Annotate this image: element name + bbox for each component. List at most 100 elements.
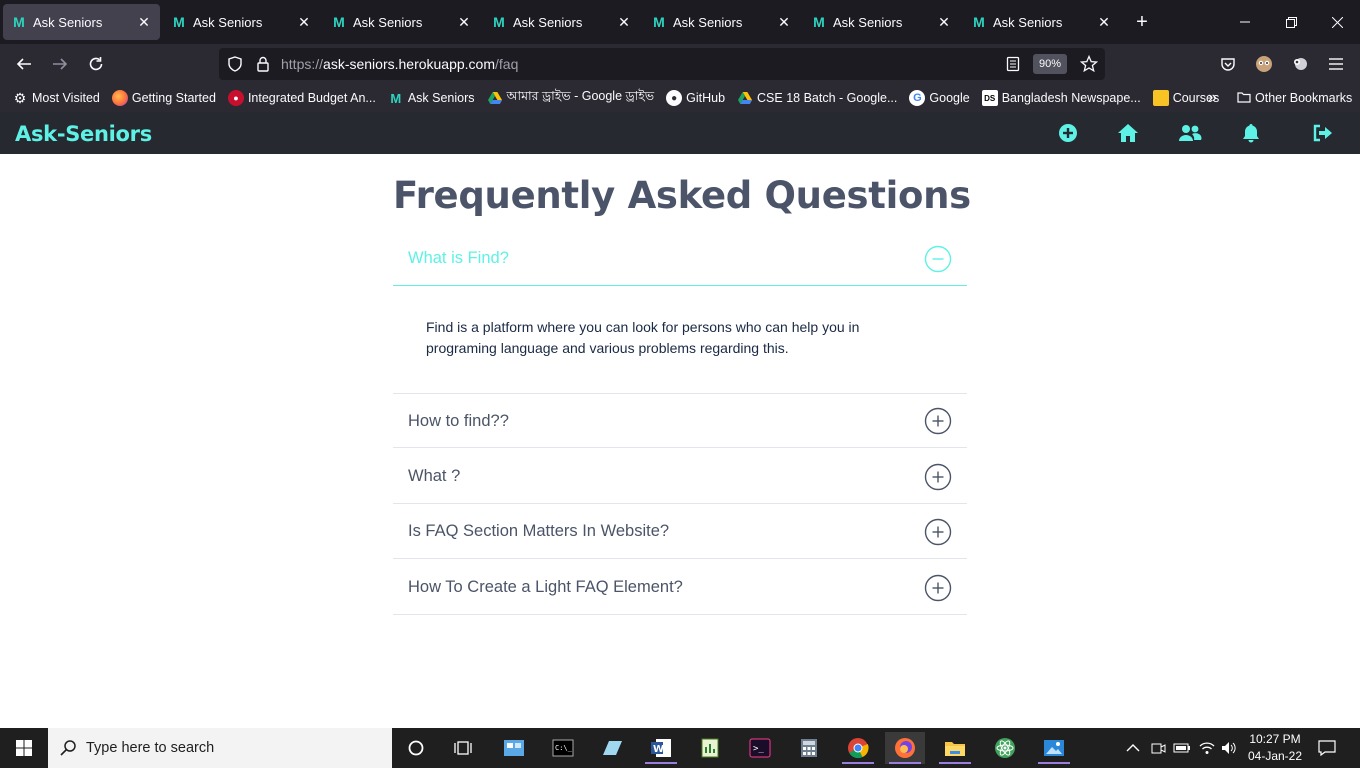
forward-button[interactable] [42, 48, 78, 80]
sign-out-icon[interactable] [1311, 121, 1335, 145]
close-tab-icon[interactable]: ✕ [616, 14, 632, 30]
browser-tab[interactable]: M Ask Seniors ✕ [323, 4, 480, 40]
bookmark-ask-seniors[interactable]: M Ask Seniors [388, 90, 474, 106]
browser-tab[interactable]: M Ask Seniors ✕ [163, 4, 320, 40]
ask-seniors-favicon-icon: M [173, 14, 185, 30]
faq-item-what-is-find[interactable]: What is Find? [393, 232, 967, 286]
system-clock[interactable]: 10:27 PM 04-Jan-22 [1240, 731, 1310, 765]
spreadsheet-icon[interactable] [690, 732, 730, 764]
pocket-icon[interactable] [1216, 48, 1240, 80]
browser-tab[interactable]: M Ask Seniors ✕ [483, 4, 640, 40]
minus-circle-icon[interactable] [924, 245, 952, 273]
close-tab-icon[interactable]: ✕ [296, 14, 312, 30]
zoom-level-badge[interactable]: 90% [1033, 54, 1068, 74]
chevron-up-icon [1126, 744, 1140, 752]
shield-icon[interactable] [225, 54, 245, 74]
atom-icon[interactable] [985, 732, 1025, 764]
close-tab-icon[interactable]: ✕ [776, 14, 792, 30]
address-bar[interactable]: https://ask-seniors.herokuapp.com/faq 90… [219, 48, 1105, 80]
word-icon[interactable]: W [641, 732, 681, 764]
close-tab-icon[interactable]: ✕ [456, 14, 472, 30]
search-icon [60, 740, 76, 756]
file-explorer-icon[interactable] [935, 732, 975, 764]
bookmark-most-visited[interactable]: ⚙ Most Visited [12, 90, 100, 106]
volume-icon[interactable] [1221, 728, 1237, 768]
plus-circle-icon[interactable] [924, 574, 952, 602]
home-icon[interactable] [1116, 121, 1140, 145]
browser-tab[interactable]: M Ask Seniors ✕ [803, 4, 960, 40]
cortana-icon[interactable] [396, 732, 436, 764]
battery-icon[interactable] [1173, 728, 1191, 768]
new-tab-button[interactable]: + [1126, 6, 1158, 38]
minimize-button[interactable] [1222, 0, 1268, 44]
url-prefix: https:// [281, 56, 324, 72]
bookmark-bangladesh-newspaper[interactable]: DS Bangladesh Newspape... [981, 90, 1141, 106]
browser-tab[interactable]: M Ask Seniors ✕ [963, 4, 1120, 40]
bookmark-integrated-budget[interactable]: ● Integrated Budget An... [227, 90, 376, 106]
bell-icon[interactable] [1239, 121, 1263, 145]
lock-icon[interactable] [253, 54, 273, 74]
task-view-icon[interactable] [443, 732, 483, 764]
start-button[interactable] [0, 728, 48, 768]
reader-view-icon[interactable] [1003, 54, 1023, 74]
close-tab-icon[interactable]: ✕ [1096, 14, 1112, 30]
taskbar-search-box[interactable]: Type here to search [48, 728, 392, 768]
faq-question[interactable]: What ? [408, 467, 460, 486]
faq-item-how-to-create-light-faq[interactable]: How To Create a Light FAQ Element? [393, 559, 967, 615]
close-tab-icon[interactable]: ✕ [136, 14, 152, 30]
browser-tab[interactable]: M Ask Seniors ✕ [643, 4, 800, 40]
terminal-icon[interactable]: C:\_ [543, 732, 583, 764]
bookmark-google-drive[interactable]: আমার ড্রাইভ - Google ড্রাইভ [487, 88, 654, 108]
bookmark-github[interactable]: ● GitHub [666, 90, 725, 106]
faq-question[interactable]: Is FAQ Section Matters In Website? [408, 522, 669, 541]
plus-circle-icon[interactable] [924, 518, 952, 546]
faq-item-how-to-find[interactable]: How to find?? [393, 394, 967, 448]
other-bookmarks-button[interactable]: Other Bookmarks [1237, 84, 1352, 112]
add-circle-icon[interactable] [1056, 121, 1080, 145]
notification-icon [1318, 740, 1336, 756]
command-prompt-icon[interactable]: >_ [740, 732, 780, 764]
chrome-icon[interactable] [838, 732, 878, 764]
app-icon[interactable] [592, 732, 632, 764]
github-icon: ● [666, 90, 683, 106]
url-text[interactable]: https://ask-seniors.herokuapp.com/faq [281, 56, 518, 72]
other-bookmarks-label: Other Bookmarks [1255, 91, 1353, 105]
wifi-icon[interactable] [1199, 728, 1215, 768]
faq-item-is-faq-section-matters[interactable]: Is FAQ Section Matters In Website? [393, 504, 967, 559]
close-window-button[interactable] [1314, 0, 1360, 44]
bookmarks-overflow-button[interactable]: » [1208, 84, 1217, 112]
restore-button[interactable] [1268, 0, 1314, 44]
action-center-button[interactable] [1318, 728, 1336, 768]
minimize-icon [1240, 21, 1250, 23]
calculator-icon[interactable] [789, 732, 829, 764]
ask-seniors-favicon-icon: M [813, 14, 825, 30]
faq-question[interactable]: How to find?? [408, 412, 509, 431]
close-tab-icon[interactable]: ✕ [936, 14, 952, 30]
browser-navbar: https://ask-seniors.herokuapp.com/faq 90… [0, 44, 1360, 84]
reload-icon [89, 57, 103, 71]
plus-circle-icon[interactable] [924, 407, 952, 435]
back-button[interactable] [6, 48, 42, 80]
faq-question[interactable]: What is Find? [408, 249, 509, 268]
meet-now-icon[interactable] [1150, 728, 1166, 768]
brand-logo[interactable]: Ask-Seniors [15, 122, 152, 146]
extension-icon[interactable] [1288, 48, 1312, 80]
bookmark-getting-started[interactable]: Getting Started [111, 90, 216, 106]
profile-avatar-icon[interactable] [1252, 48, 1276, 80]
users-icon[interactable] [1178, 121, 1202, 145]
active-indicator [842, 762, 874, 764]
bookmark-cse-18-batch[interactable]: CSE 18 Batch - Google... [737, 90, 897, 106]
firefox-icon[interactable] [885, 732, 925, 764]
photos-icon[interactable] [1034, 732, 1074, 764]
control-panel-icon[interactable] [494, 732, 534, 764]
show-hidden-icons-button[interactable] [1126, 728, 1140, 768]
browser-tab[interactable]: M Ask Seniors ✕ [3, 4, 160, 40]
faq-item-what[interactable]: What ? [393, 448, 967, 504]
reload-button[interactable] [78, 48, 114, 80]
google-drive-icon [737, 90, 753, 106]
bookmark-star-icon[interactable] [1079, 54, 1099, 74]
faq-question[interactable]: How To Create a Light FAQ Element? [408, 578, 683, 597]
menu-hamburger-icon[interactable] [1324, 48, 1348, 80]
plus-circle-icon[interactable] [924, 463, 952, 491]
bookmark-google[interactable]: G Google [909, 90, 970, 106]
